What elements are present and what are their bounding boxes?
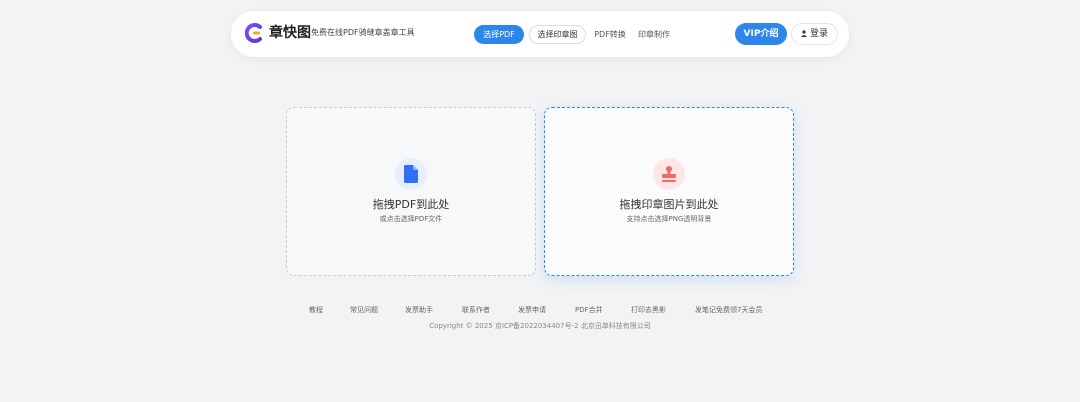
footer-links: 教程 常见问题 发票助手 联系作者 发票申请 PDF合并 打印去黑影 发笔记免费… bbox=[0, 304, 1080, 316]
brand-name[interactable]: 章快图 bbox=[269, 23, 311, 43]
footer-link-contact[interactable]: 联系作者 bbox=[462, 304, 490, 316]
stamp-icon-badge bbox=[653, 158, 685, 190]
stamp-drop-zone[interactable]: 拖拽印章图片到此处 支持点击选择PNG透明背景 bbox=[544, 107, 794, 276]
tab-select-stamp[interactable]: 选择印章图 bbox=[529, 25, 586, 44]
tab-pdf-convert[interactable]: PDF转换 bbox=[591, 25, 629, 44]
footer-link-print-shadow[interactable]: 打印去黑影 bbox=[631, 304, 666, 316]
login-button[interactable]: 登录 bbox=[791, 23, 838, 45]
footer-link-invoice-apply[interactable]: 发票申请 bbox=[518, 304, 546, 316]
stamp-drop-subtitle: 支持点击选择PNG透明背景 bbox=[626, 215, 712, 223]
stamp-drop-title: 拖拽印章图片到此处 bbox=[619, 198, 719, 211]
tab-stamp-make[interactable]: 印章制作 bbox=[635, 25, 673, 44]
stamp-icon bbox=[662, 166, 676, 182]
tab-select-pdf[interactable]: 选择PDF bbox=[474, 25, 524, 44]
user-icon bbox=[801, 30, 807, 37]
copyright: Copyright © 2025 京ICP备2022034407号-2 北京迅单… bbox=[429, 322, 651, 330]
pdf-drop-title: 拖拽PDF到此处 bbox=[372, 198, 450, 211]
vip-intro-button[interactable]: VIP介绍 bbox=[735, 23, 787, 45]
logo-icon[interactable] bbox=[245, 23, 265, 43]
footer-link-free-vip[interactable]: 发笔记免费领7天会员 bbox=[695, 304, 762, 316]
footer-link-pdf-merge[interactable]: PDF合并 bbox=[575, 304, 603, 316]
brand-tagline: 免费在线PDF骑缝章盖章工具 bbox=[311, 28, 415, 37]
pdf-drop-zone[interactable]: 拖拽PDF到此处 或点击选择PDF文件 bbox=[286, 107, 536, 276]
footer-link-tutorial[interactable]: 教程 bbox=[309, 304, 323, 316]
pdf-drop-subtitle: 或点击选择PDF文件 bbox=[379, 215, 443, 223]
footer-link-faq[interactable]: 常见问题 bbox=[350, 304, 378, 316]
pdf-icon-badge bbox=[395, 158, 427, 190]
footer-link-invoice-helper[interactable]: 发票助手 bbox=[405, 304, 433, 316]
document-icon bbox=[404, 165, 418, 183]
login-label: 登录 bbox=[809, 29, 828, 39]
top-nav-bar: 章快图 免费在线PDF骑缝章盖章工具 选择PDF 选择印章图 PDF转换 印章制… bbox=[231, 11, 849, 57]
